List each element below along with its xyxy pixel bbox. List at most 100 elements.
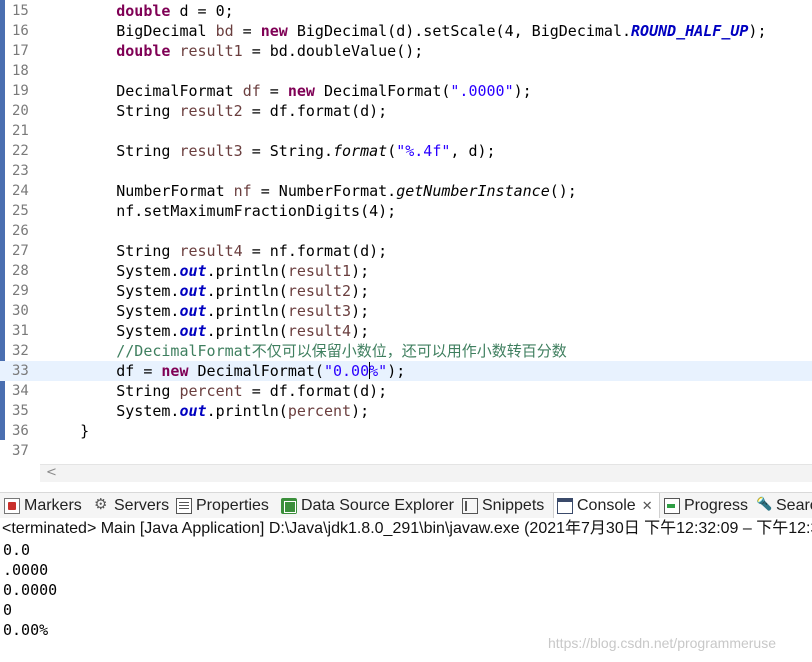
code-token: ".0000"	[450, 82, 514, 100]
code-token: BigDecimal(d).setScale(4, BigDecimal.	[287, 22, 632, 40]
code-line[interactable]: 19 DecimalFormat df = new DecimalFormat(…	[0, 81, 812, 101]
code-token: ();	[549, 182, 577, 200]
code-token: );	[513, 82, 532, 100]
code-line[interactable]: 28 System.out.println(result1);	[0, 261, 812, 281]
progress-icon	[664, 497, 680, 514]
code-line[interactable]: 18	[0, 61, 812, 81]
code-text: DecimalFormat df = new DecimalFormat(".0…	[44, 81, 532, 101]
code-token: .println(	[206, 282, 288, 300]
code-token: System.	[44, 262, 180, 280]
code-line[interactable]: 16 BigDecimal bd = new BigDecimal(d).set…	[0, 21, 812, 41]
code-token: NumberFormat	[44, 182, 234, 200]
code-token: , d);	[450, 142, 496, 160]
line-number: 24	[12, 183, 29, 199]
code-line[interactable]: 37	[0, 441, 812, 461]
code-token: );	[351, 262, 370, 280]
code-text: double d = 0;	[44, 1, 233, 21]
code-token: percent	[179, 382, 243, 400]
tab-servers[interactable]: Servers	[94, 493, 169, 518]
code-token: ROUND_HALF_UP	[631, 22, 749, 40]
code-text: //DecimalFormat不仅可以保留小数位，还可以用作小数转百分数	[44, 341, 567, 361]
code-line[interactable]: 32 //DecimalFormat不仅可以保留小数位，还可以用作小数转百分数	[0, 341, 812, 361]
tab-data-source-explorer[interactable]: Data Source Explorer	[281, 493, 454, 518]
code-token: String	[44, 102, 180, 120]
code-token: out	[179, 402, 207, 420]
code-token: new	[161, 362, 189, 380]
code-token: getNumberInstance	[396, 182, 550, 200]
code-line[interactable]: 27 String result4 = nf.format(d);	[0, 241, 812, 261]
code-token: bd	[215, 22, 234, 40]
code-line[interactable]: 33 df = new DecimalFormat("0.00%");	[0, 361, 812, 381]
tab-label: Properties	[196, 496, 269, 514]
code-token: //DecimalFormat不仅可以保留小数位，还可以用作小数转百分数	[116, 342, 567, 360]
code-token: );	[748, 22, 767, 40]
code-token: result4	[179, 242, 243, 260]
code-token: new	[260, 22, 288, 40]
code-token: String	[44, 382, 180, 400]
code-token: DecimalFormat	[44, 82, 243, 100]
code-text: String percent = df.format(d);	[44, 381, 387, 401]
tab-search[interactable]: Search	[756, 493, 812, 518]
code-line[interactable]: 23	[0, 161, 812, 181]
code-line[interactable]: 22 String result3 = String.format("%.4f"…	[0, 141, 812, 161]
code-line[interactable]: 34 String percent = df.format(d);	[0, 381, 812, 401]
line-number: 35	[12, 403, 29, 419]
code-line[interactable]: 17 double result1 = bd.doubleValue();	[0, 41, 812, 61]
code-token: (	[387, 142, 397, 160]
code-text: nf.setMaximumFractionDigits(4);	[44, 201, 396, 221]
code-token: );	[351, 402, 370, 420]
code-token: = df.format(d);	[242, 102, 388, 120]
code-line[interactable]: 31 System.out.println(result4);	[0, 321, 812, 341]
code-token: percent	[287, 402, 352, 420]
line-number: 16	[12, 23, 29, 39]
line-number: 23	[12, 163, 29, 179]
code-token: out	[179, 302, 207, 320]
code-token: result2	[179, 102, 243, 120]
tab-markers[interactable]: Markers	[4, 493, 82, 518]
code-token: String	[44, 142, 180, 160]
view-tab-bar: Markers Servers Properties Data Source Expl…	[0, 492, 812, 518]
console-output-line: 0	[3, 601, 13, 619]
code-line[interactable]: 24 NumberFormat nf = NumberFormat.getNum…	[0, 181, 812, 201]
code-line[interactable]: 36 }	[0, 421, 812, 441]
code-line[interactable]: 15 double d = 0;	[0, 1, 812, 21]
code-line[interactable]: 20 String result2 = df.format(d);	[0, 101, 812, 121]
console-status-header: <terminated> Main [Java Application] D:\…	[0, 518, 812, 540]
code-line[interactable]: 29 System.out.println(result2);	[0, 281, 812, 301]
console-output-line: .0000	[3, 561, 49, 579]
code-line[interactable]: 35 System.out.println(percent);	[0, 401, 812, 421]
code-token: out	[179, 322, 207, 340]
code-text: String result4 = nf.format(d);	[44, 241, 387, 261]
close-icon[interactable]: ✕	[642, 498, 653, 514]
code-line[interactable]: 25 nf.setMaximumFractionDigits(4);	[0, 201, 812, 221]
scroll-left-icon[interactable]: <	[46, 465, 57, 481]
code-token: =	[233, 22, 261, 40]
markers-icon	[4, 497, 20, 514]
code-token: = df.format(d);	[242, 382, 388, 400]
code-line[interactable]: 21	[0, 121, 812, 141]
code-token: );	[351, 322, 370, 340]
snippets-icon	[462, 497, 478, 514]
tab-label: Console	[577, 496, 636, 514]
tab-console[interactable]: Console ✕	[553, 493, 660, 518]
horizontal-scrollbar[interactable]: <	[40, 464, 812, 482]
code-token: result3	[287, 302, 352, 320]
code-token: result1	[179, 42, 243, 60]
tab-properties[interactable]: Properties	[176, 493, 269, 518]
tab-progress[interactable]: Progress	[664, 493, 748, 518]
code-token: BigDecimal	[44, 22, 216, 40]
tab-snippets[interactable]: Snippets	[462, 493, 544, 518]
code-line[interactable]: 26	[0, 221, 812, 241]
line-number: 26	[12, 223, 29, 239]
code-line[interactable]: 30 System.out.println(result3);	[0, 301, 812, 321]
code-token: format	[333, 142, 388, 160]
code-text: System.out.println(percent);	[44, 401, 369, 421]
console-output-line: 0.00%	[3, 621, 49, 639]
watermark: https://blog.csdn.net/programmeruse	[548, 635, 777, 651]
code-text: NumberFormat nf = NumberFormat.getNumber…	[44, 181, 577, 201]
code-editor[interactable]: 15 double d = 0; 16 BigDecimal bd = new B…	[0, 0, 812, 484]
console-icon	[557, 497, 573, 514]
line-number: 34	[12, 383, 29, 399]
code-token: DecimalFormat(	[314, 82, 451, 100]
